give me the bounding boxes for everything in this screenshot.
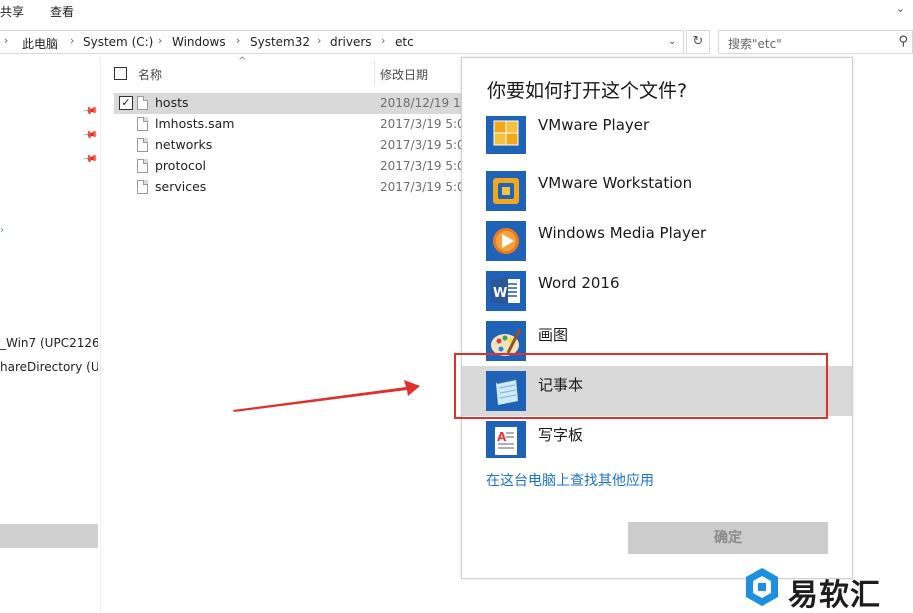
watermark-logo-icon bbox=[746, 568, 778, 606]
app-label: VMware Player bbox=[538, 116, 650, 134]
watermark: 易软汇 bbox=[740, 566, 910, 613]
open-with-dialog: 你要如何打开这个文件? VMware Player VMware Worksta… bbox=[461, 57, 853, 579]
app-label: 写字板 bbox=[538, 426, 584, 444]
app-item-windows-media-player[interactable]: Windows Media Player bbox=[462, 216, 852, 266]
app-label: Windows Media Player bbox=[538, 224, 707, 242]
windows-media-player-icon bbox=[486, 221, 526, 261]
app-label: Word 2016 bbox=[538, 274, 620, 292]
app-item-vmware-player[interactable]: VMware Player bbox=[462, 116, 852, 166]
svg-text:W: W bbox=[493, 286, 507, 301]
dialog-title: 你要如何打开这个文件? bbox=[487, 80, 688, 102]
vmware-player-icon bbox=[486, 116, 526, 154]
find-more-apps-link[interactable]: 在这台电脑上查找其他应用 bbox=[486, 470, 654, 490]
app-label: 画图 bbox=[538, 326, 569, 344]
app-item-word[interactable]: W Word 2016 bbox=[462, 266, 852, 316]
app-item-vmware-workstation[interactable]: VMware Workstation bbox=[462, 166, 852, 216]
svg-text:A: A bbox=[497, 430, 507, 444]
app-label: VMware Workstation bbox=[538, 174, 693, 192]
app-item-wordpad[interactable]: A 写字板 bbox=[462, 416, 852, 458]
watermark-text: 易软汇 bbox=[788, 578, 881, 613]
ok-button[interactable]: 确定 bbox=[628, 522, 828, 554]
wordpad-icon: A bbox=[486, 421, 526, 458]
word-icon: W bbox=[486, 271, 526, 311]
vmware-workstation-icon bbox=[486, 171, 526, 211]
annotation-highlight-box bbox=[454, 353, 828, 419]
